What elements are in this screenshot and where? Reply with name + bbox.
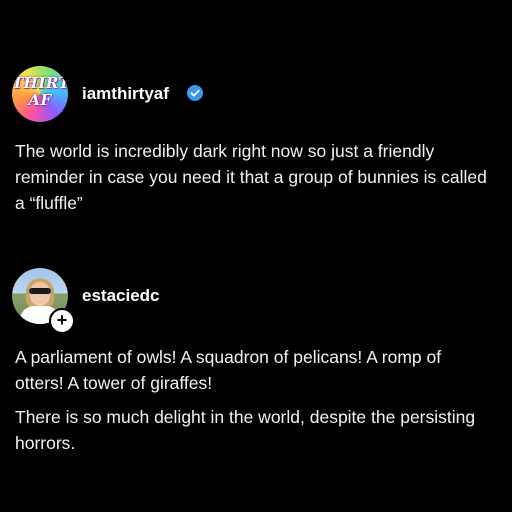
username[interactable]: iamthirtyaf (82, 84, 169, 104)
sunglasses-icon (29, 288, 51, 294)
avatar-logo-text: THIRTY AF (12, 75, 68, 109)
verified-badge-icon (187, 85, 203, 101)
thread-post: THIRTY AF iamthirtyaf The world is incre… (0, 66, 512, 216)
follow-plus-icon[interactable]: + (49, 308, 75, 334)
avatar-logo-line-1: THIRTY (12, 74, 68, 92)
username[interactable]: estaciedc (82, 286, 160, 306)
post-header: THIRTY AF iamthirtyaf (0, 66, 512, 130)
post-header: + estaciedc (0, 268, 512, 334)
post-text: There is so much delight in the world, d… (15, 407, 476, 453)
avatar-logo-line-2: AF (28, 91, 52, 109)
post-text: The world is incredibly dark right now s… (15, 141, 487, 213)
post-text: A parliament of owls! A squadron of peli… (15, 347, 442, 393)
avatar[interactable]: THIRTY AF (12, 66, 68, 122)
thread-post: + estaciedc A parliament of owls! A squa… (0, 268, 512, 456)
